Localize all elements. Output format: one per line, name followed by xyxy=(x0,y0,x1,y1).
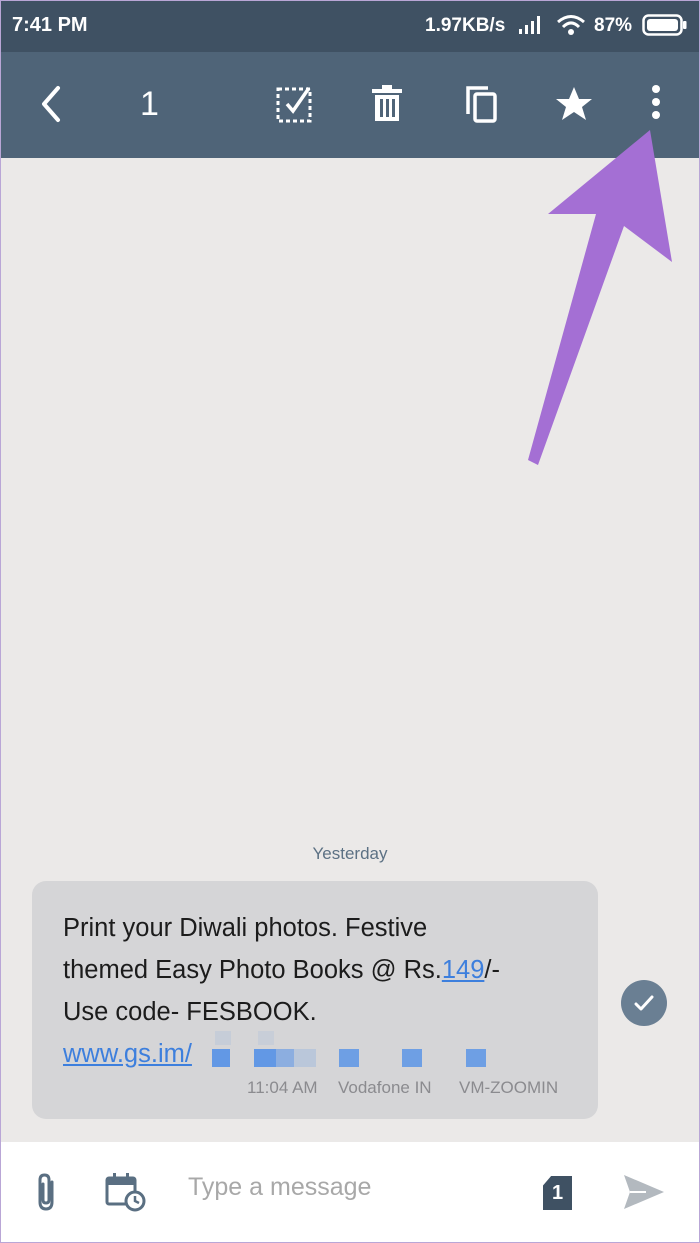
annotation-arrow-icon xyxy=(528,130,672,465)
